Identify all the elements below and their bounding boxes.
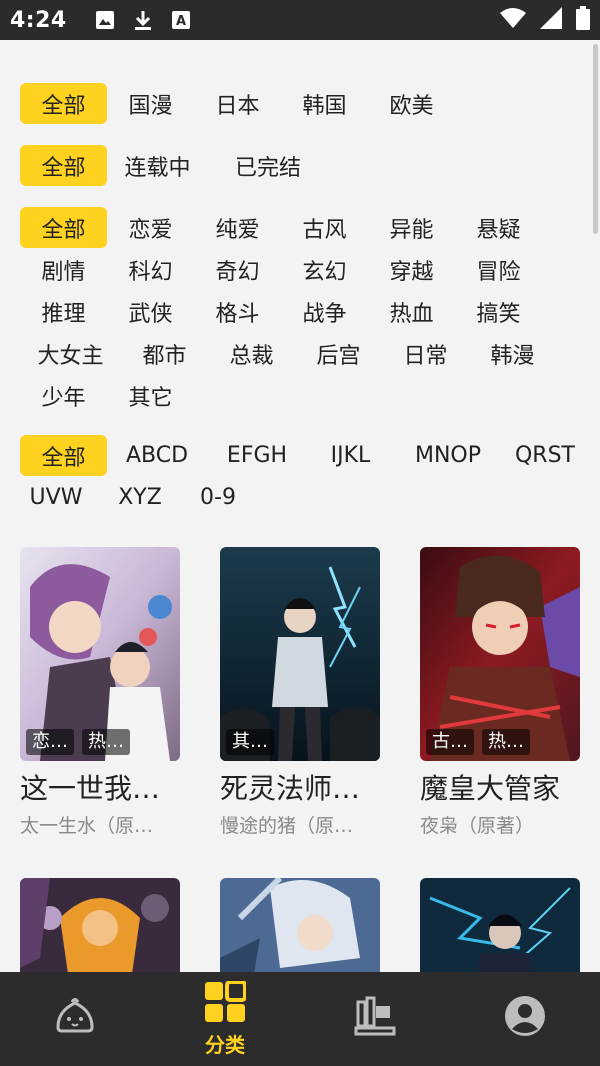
letter-0-9[interactable]: 0-9 bbox=[188, 477, 248, 518]
genre-wuxia[interactable]: 武侠 bbox=[107, 291, 194, 332]
genre-korean-comic[interactable]: 韩漫 bbox=[469, 333, 556, 374]
region-filter: 全部 国漫 日本 韩国 欧美 bbox=[20, 83, 590, 124]
comic-tag: 恋… bbox=[26, 729, 74, 755]
comic-tag: 其… bbox=[226, 729, 274, 755]
comic-tag: 热… bbox=[482, 729, 530, 755]
bookshelf-icon bbox=[354, 996, 396, 1040]
comic-author: 夜枭（原著） bbox=[420, 815, 535, 837]
bottom-nav: 分类 bbox=[0, 972, 600, 1066]
genre-detective[interactable]: 推理 bbox=[20, 291, 107, 332]
letter-uvw[interactable]: UVW bbox=[20, 477, 92, 518]
comic-tag: 古… bbox=[426, 729, 474, 755]
region-japan[interactable]: 日本 bbox=[194, 83, 281, 124]
nav-profile[interactable] bbox=[450, 972, 600, 1066]
comic-card[interactable]: 古… 热… 魔皇大管家 夜枭（原著） bbox=[420, 547, 580, 838]
comic-cover[interactable]: 古… 热… bbox=[420, 547, 580, 761]
status-completed[interactable]: 已完结 bbox=[208, 145, 328, 186]
signal-icon bbox=[540, 7, 562, 33]
comic-cover[interactable]: 其… bbox=[220, 547, 380, 761]
profile-icon bbox=[504, 995, 546, 1041]
genre-fighting[interactable]: 格斗 bbox=[194, 291, 281, 332]
wifi-icon bbox=[500, 7, 526, 33]
comic-card[interactable]: 其… 死灵法师… 慢途的猪（原… bbox=[220, 547, 380, 838]
letter-qrst[interactable]: QRST bbox=[502, 435, 588, 476]
battery-icon bbox=[576, 6, 590, 34]
genre-pure-love[interactable]: 纯爱 bbox=[194, 207, 281, 248]
genre-ceo[interactable]: 总裁 bbox=[208, 333, 295, 374]
status-filter: 全部 连载中 已完结 bbox=[20, 145, 590, 186]
genre-urban[interactable]: 都市 bbox=[121, 333, 208, 374]
letter-abcd[interactable]: ABCD bbox=[107, 435, 207, 476]
image-icon bbox=[93, 8, 117, 32]
comic-tags: 其… bbox=[226, 729, 274, 755]
region-euro-america[interactable]: 欧美 bbox=[368, 83, 455, 124]
nav-home[interactable] bbox=[0, 972, 150, 1066]
comic-title[interactable]: 这一世我… bbox=[20, 771, 180, 807]
genre-romance[interactable]: 恋爱 bbox=[107, 207, 194, 248]
comic-author: 太一生水（原… bbox=[20, 815, 154, 837]
genre-daily[interactable]: 日常 bbox=[382, 333, 469, 374]
genre-adventure[interactable]: 冒险 bbox=[455, 249, 542, 290]
comic-tags: 古… 热… bbox=[426, 729, 530, 755]
genre-all[interactable]: 全部 bbox=[20, 207, 107, 248]
letter-mnop[interactable]: MNOP bbox=[394, 435, 502, 476]
genre-harem[interactable]: 后宫 bbox=[295, 333, 382, 374]
letter-efgh[interactable]: EFGH bbox=[207, 435, 307, 476]
comic-cover[interactable]: 恋… 热… bbox=[20, 547, 180, 761]
genre-fantasy[interactable]: 奇幻 bbox=[194, 249, 281, 290]
download-icon bbox=[131, 8, 155, 32]
genre-superpower[interactable]: 异能 bbox=[368, 207, 455, 248]
genre-comedy[interactable]: 搞笑 bbox=[455, 291, 542, 332]
comic-author: 慢途的猪（原… bbox=[220, 815, 354, 837]
comic-tags: 恋… 热… bbox=[26, 729, 130, 755]
region-guoman[interactable]: 国漫 bbox=[107, 83, 194, 124]
comic-title[interactable]: 魔皇大管家 bbox=[420, 771, 580, 807]
a-box-icon: A bbox=[169, 8, 193, 32]
bun-icon bbox=[54, 997, 96, 1039]
comic-card[interactable]: 恋… 热… 这一世我… 太一生水（原… bbox=[20, 547, 180, 838]
grid-icon bbox=[204, 979, 247, 1027]
genre-hot-blooded[interactable]: 热血 bbox=[368, 291, 455, 332]
comic-title[interactable]: 死灵法师… bbox=[220, 771, 380, 807]
nav-category-label: 分类 bbox=[205, 1032, 245, 1057]
letter-filter: 全部 ABCD EFGH IJKL MNOP QRST UVW XYZ 0-9 bbox=[20, 435, 590, 518]
genre-other[interactable]: 其它 bbox=[107, 375, 194, 416]
comic-tag: 热… bbox=[82, 729, 130, 755]
svg-text:A: A bbox=[176, 14, 186, 29]
genre-war[interactable]: 战争 bbox=[281, 291, 368, 332]
status-bar: 4:24 A bbox=[0, 0, 600, 40]
genre-shounen[interactable]: 少年 bbox=[20, 375, 107, 416]
genre-filter: 全部 恋爱 纯爱 古风 异能 悬疑 剧情 科幻 奇幻 玄幻 穿越 冒险 推理 武… bbox=[20, 207, 590, 416]
status-all[interactable]: 全部 bbox=[20, 145, 107, 186]
status-ongoing[interactable]: 连载中 bbox=[107, 145, 208, 186]
genre-drama[interactable]: 剧情 bbox=[20, 249, 107, 290]
region-all[interactable]: 全部 bbox=[20, 83, 107, 124]
genre-scifi[interactable]: 科幻 bbox=[107, 249, 194, 290]
letter-ijkl[interactable]: IJKL bbox=[307, 435, 394, 476]
scrollbar[interactable] bbox=[593, 44, 598, 234]
genre-time-travel[interactable]: 穿越 bbox=[368, 249, 455, 290]
letter-xyz[interactable]: XYZ bbox=[92, 477, 188, 518]
nav-bookshelf[interactable] bbox=[300, 972, 450, 1066]
genre-mystery[interactable]: 悬疑 bbox=[455, 207, 542, 248]
region-korea[interactable]: 韩国 bbox=[281, 83, 368, 124]
status-time: 4:24 bbox=[10, 7, 67, 33]
nav-category[interactable]: 分类 bbox=[150, 972, 300, 1066]
genre-xuanhuan[interactable]: 玄幻 bbox=[281, 249, 368, 290]
letter-all[interactable]: 全部 bbox=[20, 435, 107, 476]
genre-ancient[interactable]: 古风 bbox=[281, 207, 368, 248]
genre-heroine[interactable]: 大女主 bbox=[20, 333, 121, 374]
